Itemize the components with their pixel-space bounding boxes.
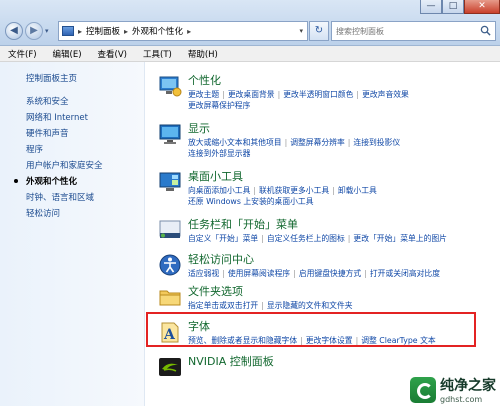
link-uninstall-gadget[interactable]: 卸载小工具 bbox=[338, 186, 377, 195]
recent-pages-dropdown-icon[interactable]: ▾ bbox=[45, 27, 49, 35]
sidebar-item-network[interactable]: 网络和 Internet bbox=[26, 111, 103, 127]
watermark-logo-icon bbox=[410, 376, 436, 403]
menu-help[interactable]: 帮助(H) bbox=[188, 48, 218, 60]
link-change-start-picture[interactable]: 更改「开始」菜单上的图片 bbox=[353, 234, 447, 243]
category-title[interactable]: 文件夹选项 bbox=[188, 283, 243, 299]
control-panel-icon bbox=[62, 26, 74, 36]
breadcrumb-control-panel[interactable]: 控制面板 bbox=[86, 25, 120, 37]
fonts-highlight-box bbox=[146, 312, 476, 347]
search-input[interactable] bbox=[332, 22, 477, 40]
display-icon[interactable] bbox=[158, 122, 182, 146]
link-add-gadgets[interactable]: 向桌面添加小工具 bbox=[188, 186, 250, 195]
link-high-contrast[interactable]: 打开或关闭高对比度 bbox=[370, 269, 440, 278]
sidebar-item-clock-language[interactable]: 时钟、语言和区域 bbox=[26, 191, 103, 207]
link-sound-effects[interactable]: 更改声音效果 bbox=[362, 90, 409, 99]
back-button[interactable]: ◀ bbox=[5, 22, 23, 40]
breadcrumb-separator-icon[interactable]: ▸ bbox=[124, 27, 128, 36]
link-window-color[interactable]: 更改半透明窗口颜色 bbox=[283, 90, 353, 99]
category-title[interactable]: 轻松访问中心 bbox=[188, 251, 254, 267]
sidebar-list: 系统和安全 网络和 Internet 硬件和声音 程序 用户帐户和家庭安全 外观… bbox=[14, 95, 103, 223]
nvidia-icon[interactable] bbox=[158, 355, 182, 379]
link-resolution[interactable]: 调整屏幕分辨率 bbox=[290, 138, 345, 147]
minimize-button[interactable]: — bbox=[420, 0, 442, 14]
breadcrumb-separator-icon[interactable]: ▸ bbox=[187, 27, 191, 36]
personalization-icon[interactable] bbox=[158, 74, 182, 98]
sidebar: 控制面板主页 系统和安全 网络和 Internet 硬件和声音 程序 用户帐户和… bbox=[0, 62, 145, 406]
link-change-background[interactable]: 更改桌面背景 bbox=[228, 90, 275, 99]
link-screen-reader[interactable]: 使用屏幕阅读程序 bbox=[228, 269, 290, 278]
menu-view[interactable]: 查看(V) bbox=[98, 48, 127, 60]
link-projector[interactable]: 连接到投影仪 bbox=[353, 138, 400, 147]
category-title[interactable]: 任务栏和「开始」菜单 bbox=[188, 216, 298, 232]
forward-button[interactable]: ▶ bbox=[25, 22, 43, 40]
main-content: 个性化 更改主题 | 更改桌面背景 | 更改半透明窗口颜色 | 更改声音效果 更改屏幕保护程… bbox=[146, 62, 500, 406]
ease-of-access-icon[interactable] bbox=[158, 253, 182, 277]
category-links: 放大或缩小文本和其他项目 | 调整屏幕分辨率 | 连接到投影仪 连接到外部显示器 bbox=[188, 138, 401, 158]
category-title[interactable]: NVIDIA 控制面板 bbox=[188, 353, 274, 369]
address-dropdown-icon[interactable]: ▾ bbox=[299, 27, 303, 35]
category-links: 向桌面添加小工具 | 联机获取更多小工具 | 卸载小工具 还原 Windows 上安装的… bbox=[188, 186, 377, 206]
maximize-button[interactable]: □ bbox=[442, 0, 464, 14]
link-customize-start-menu[interactable]: 自定义「开始」菜单 bbox=[188, 234, 258, 243]
sidebar-home-link[interactable]: 控制面板主页 bbox=[26, 72, 77, 84]
gadgets-icon[interactable] bbox=[158, 170, 182, 194]
category-title[interactable]: 个性化 bbox=[188, 72, 221, 88]
close-button[interactable]: ✕ bbox=[464, 0, 500, 14]
menu-bar: 文件(F) 编辑(E) 查看(V) 工具(T) 帮助(H) bbox=[0, 46, 500, 62]
link-keyboard-shortcuts[interactable]: 启用键盘快捷方式 bbox=[299, 269, 361, 278]
menu-tools[interactable]: 工具(T) bbox=[143, 48, 172, 60]
taskbar-icon[interactable] bbox=[158, 218, 182, 242]
category-links: 自定义「开始」菜单 | 自定义任务栏上的图标 | 更改「开始」菜单上的图片 bbox=[188, 234, 447, 243]
refresh-button[interactable]: ↻ bbox=[309, 21, 329, 41]
address-bar[interactable]: ▸ 控制面板 ▸ 外观和个性化 ▸ ▾ bbox=[58, 21, 308, 41]
category-links: 更改主题 | 更改桌面背景 | 更改半透明窗口颜色 | 更改声音效果 更改屏幕保护程序 bbox=[188, 90, 409, 110]
window-controls: — □ ✕ bbox=[420, 0, 500, 14]
sidebar-item-programs[interactable]: 程序 bbox=[26, 143, 103, 159]
watermark-title: 纯净之家 bbox=[440, 378, 496, 394]
menu-edit[interactable]: 编辑(E) bbox=[53, 48, 82, 60]
category-title[interactable]: 显示 bbox=[188, 120, 210, 136]
link-show-hidden-files[interactable]: 显示隐藏的文件和文件夹 bbox=[267, 301, 353, 310]
link-change-theme[interactable]: 更改主题 bbox=[188, 90, 219, 99]
search-box[interactable] bbox=[331, 21, 496, 41]
watermark: 纯净之家 gdhst.com bbox=[410, 375, 496, 404]
category-title[interactable]: 桌面小工具 bbox=[188, 168, 243, 184]
sidebar-item-system-security[interactable]: 系统和安全 bbox=[26, 95, 103, 111]
link-low-vision[interactable]: 适应弱视 bbox=[188, 269, 219, 278]
sidebar-item-user-accounts[interactable]: 用户帐户和家庭安全 bbox=[26, 159, 103, 175]
link-restore-gadgets[interactable]: 还原 Windows 上安装的桌面小工具 bbox=[188, 197, 314, 206]
category-links: 指定单击或双击打开 | 显示隐藏的文件和文件夹 bbox=[188, 301, 353, 310]
watermark-subtitle: gdhst.com bbox=[440, 395, 483, 404]
link-single-double-click[interactable]: 指定单击或双击打开 bbox=[188, 301, 258, 310]
breadcrumb-appearance[interactable]: 外观和个性化 bbox=[132, 25, 183, 37]
category-links: 适应弱视 | 使用屏幕阅读程序 | 启用键盘快捷方式 | 打开或关闭高对比度 bbox=[188, 269, 441, 278]
sidebar-item-hardware-sound[interactable]: 硬件和声音 bbox=[26, 127, 103, 143]
sidebar-item-appearance: 外观和个性化 bbox=[14, 175, 103, 191]
folder-options-icon[interactable] bbox=[158, 285, 182, 309]
link-external-display[interactable]: 连接到外部显示器 bbox=[188, 149, 250, 158]
title-address-bar: — □ ✕ ◀ ▶ ▾ ▸ 控制面板 ▸ 外观和个性化 ▸ ▾ ↻ bbox=[0, 0, 500, 46]
sidebar-item-ease-of-access[interactable]: 轻松访问 bbox=[26, 207, 103, 223]
breadcrumb-separator-icon[interactable]: ▸ bbox=[78, 27, 82, 36]
link-customize-taskbar-icons[interactable]: 自定义任务栏上的图标 bbox=[267, 234, 345, 243]
control-panel-window: — □ ✕ ◀ ▶ ▾ ▸ 控制面板 ▸ 外观和个性化 ▸ ▾ ↻ 文件(F) … bbox=[0, 0, 500, 406]
link-screensaver[interactable]: 更改屏幕保护程序 bbox=[188, 101, 250, 110]
link-text-size[interactable]: 放大或缩小文本和其他项目 bbox=[188, 138, 282, 147]
link-get-more-gadgets[interactable]: 联机获取更多小工具 bbox=[259, 186, 329, 195]
menu-file[interactable]: 文件(F) bbox=[8, 48, 37, 60]
search-icon[interactable] bbox=[480, 25, 491, 36]
